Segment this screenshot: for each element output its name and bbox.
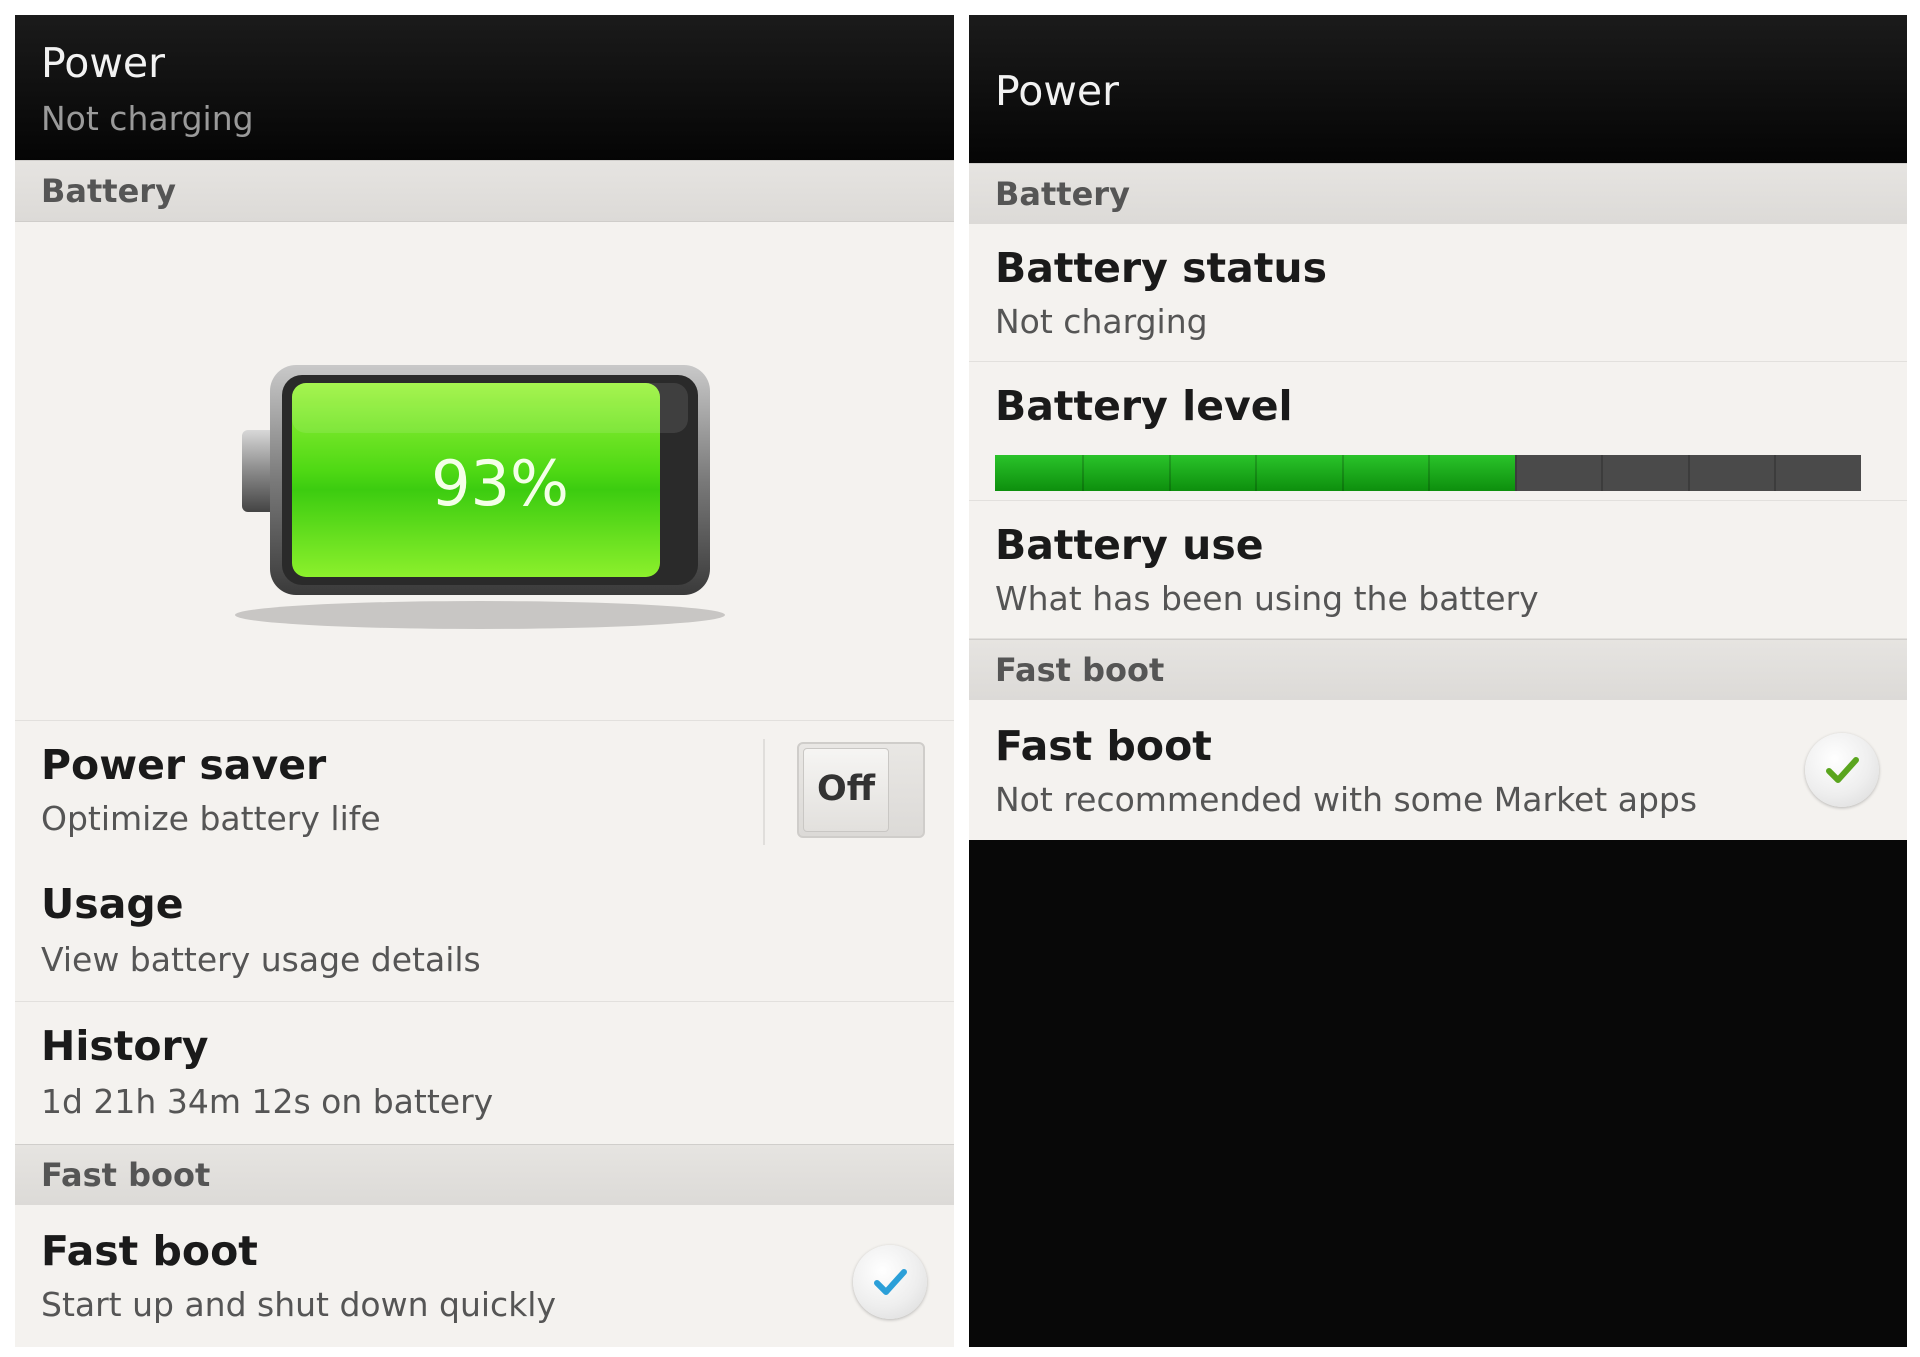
battery-status-item[interactable]: Battery status Not charging <box>969 224 1907 362</box>
bar-segment-divider <box>1342 455 1344 491</box>
item-title: Battery status <box>995 244 1328 292</box>
fast-boot-checkbox[interactable] <box>853 1245 927 1319</box>
item-subtitle: Not charging <box>995 302 1208 341</box>
bar-segment-divider <box>1428 455 1430 491</box>
item-title: Usage <box>41 880 184 928</box>
checkmark-icon <box>1826 757 1859 783</box>
item-title: Power saver <box>41 741 327 789</box>
battery-level-icon: 93% <box>235 365 725 629</box>
item-title: Battery level <box>995 382 1293 430</box>
charging-status: Not charging <box>41 99 254 138</box>
bar-segment-divider <box>1082 455 1084 491</box>
bar-segment-divider <box>1255 455 1257 491</box>
item-subtitle: Not recommended with some Market apps <box>995 780 1698 819</box>
header: Power <box>969 15 1907 163</box>
fast-boot-item[interactable]: Fast boot Not recommended with some Mark… <box>969 700 1907 840</box>
item-title: Battery use <box>995 521 1264 569</box>
item-subtitle: 1d 21h 34m 12s on battery <box>41 1082 494 1121</box>
bar-segment-divider <box>1169 455 1171 491</box>
item-title: Fast boot <box>41 1227 258 1275</box>
empty-area <box>969 840 1907 1347</box>
fast-boot-checkbox[interactable] <box>1805 733 1879 807</box>
item-title: History <box>41 1022 209 1070</box>
bar-segment-divider <box>1515 455 1517 491</box>
history-item[interactable]: History 1d 21h 34m 12s on battery <box>15 1002 954 1145</box>
fast-boot-item[interactable]: Fast boot Start up and shut down quickly <box>15 1205 954 1347</box>
checkmark-icon <box>874 1269 907 1295</box>
item-title: Fast boot <box>995 722 1212 770</box>
section-label: Battery <box>41 172 176 210</box>
section-header-fast-boot: Fast boot <box>15 1144 954 1206</box>
toggle-label: Off <box>803 748 889 832</box>
power-saver-item[interactable]: Power saver Optimize battery life Off <box>15 720 954 861</box>
section-header-fast-boot: Fast boot <box>969 639 1907 701</box>
section-header-battery: Battery <box>969 163 1907 225</box>
battery-use-item[interactable]: Battery use What has been using the batt… <box>969 501 1907 639</box>
bar-segment-divider <box>1601 455 1603 491</box>
item-subtitle: View battery usage details <box>41 940 481 979</box>
section-header-battery: Battery <box>15 160 954 222</box>
section-label: Fast boot <box>995 651 1165 689</box>
header: Power Not charging <box>15 15 954 160</box>
page-title: Power <box>41 39 165 87</box>
item-subtitle: What has been using the battery <box>995 579 1539 618</box>
section-label: Battery <box>995 175 1130 213</box>
battery-percent-label: 93% <box>431 447 569 520</box>
page-title: Power <box>995 67 1119 115</box>
bar-segment-divider <box>1688 455 1690 491</box>
item-subtitle: Optimize battery life <box>41 799 381 838</box>
item-subtitle: Start up and shut down quickly <box>41 1285 556 1324</box>
battery-level-bar <box>995 455 1861 491</box>
power-saver-toggle[interactable]: Off <box>797 742 925 838</box>
usage-item[interactable]: Usage View battery usage details <box>15 860 954 1002</box>
left-screen: Power Not charging Battery 93% Power sav… <box>15 15 954 1347</box>
bar-segment-divider <box>1774 455 1776 491</box>
right-screen: Power Battery Battery status Not chargin… <box>969 15 1907 1347</box>
divider <box>763 739 765 845</box>
battery-level-item: Battery level <box>969 362 1907 501</box>
section-label: Fast boot <box>41 1156 211 1194</box>
